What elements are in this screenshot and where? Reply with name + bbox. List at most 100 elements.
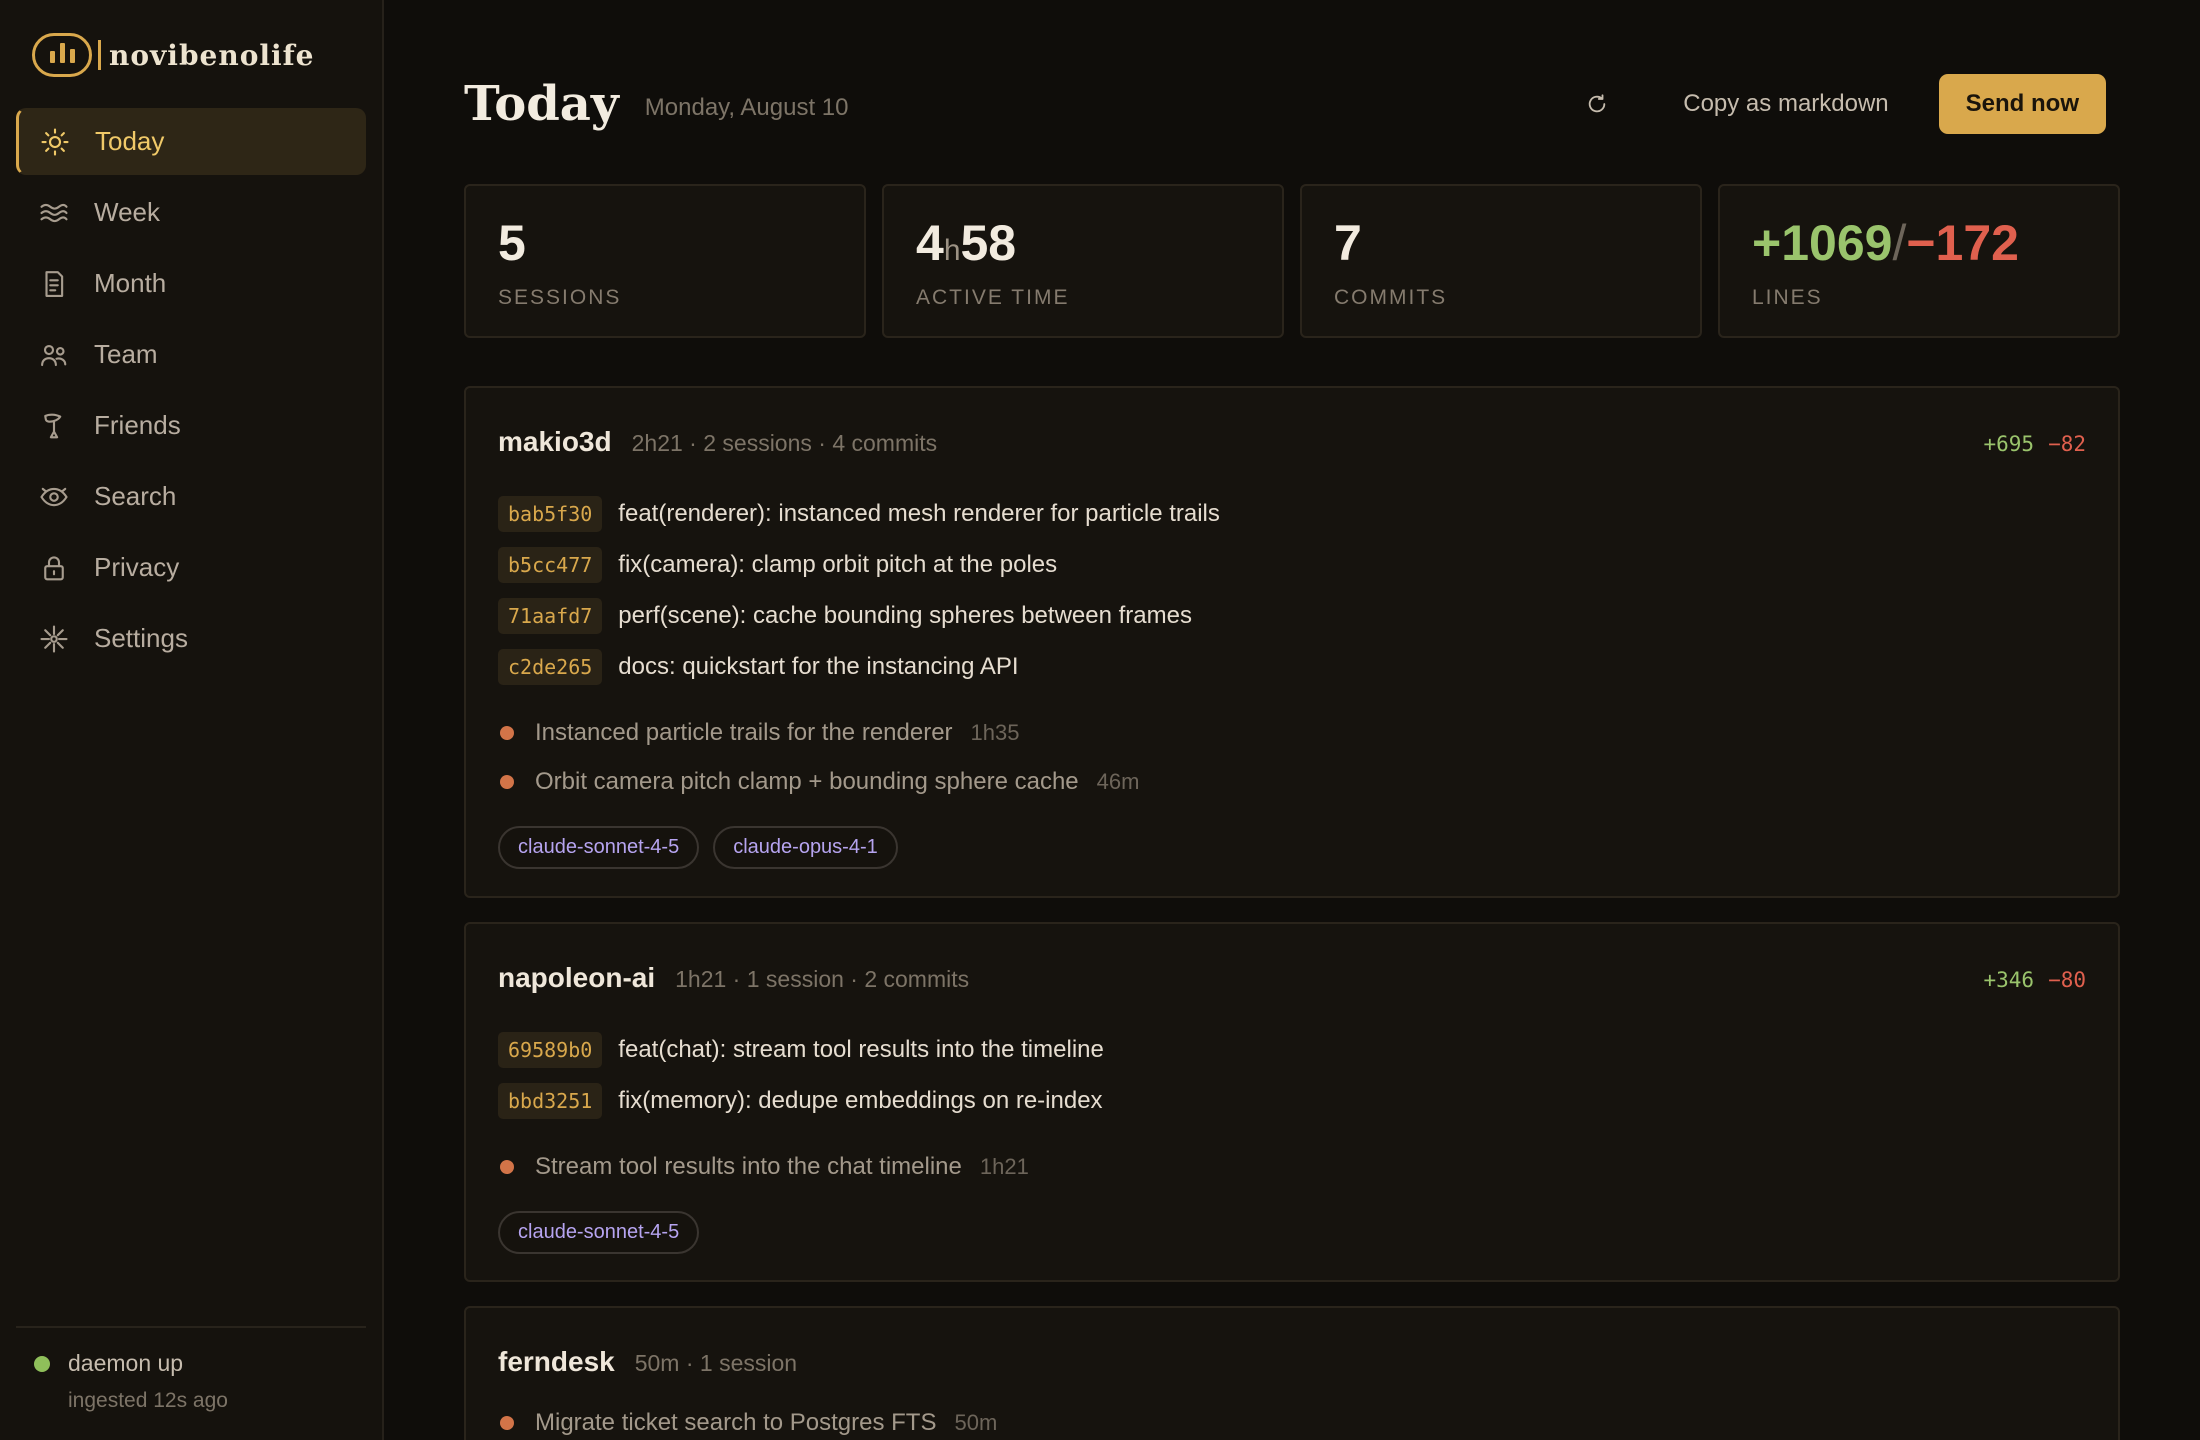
copy-markdown-button[interactable]: Copy as markdown: [1683, 90, 1888, 118]
stat-commits: 7 COMMITS: [1300, 184, 1702, 338]
project-meta: 1h21 · 1 session · 2 commits: [675, 966, 970, 992]
commit-message: feat(chat): stream tool results into the…: [618, 1035, 1104, 1063]
daemon-ingest-time: ingested 12s ago: [68, 1389, 228, 1412]
commit-row[interactable]: b5cc477 fix(camera): clamp orbit pitch a…: [498, 539, 2086, 590]
session-list: Migrate ticket search to Postgres FTS 50…: [498, 1398, 2086, 1440]
project-name[interactable]: makio3d: [498, 426, 612, 458]
session-duration: 1h35: [970, 719, 1020, 745]
session-title: Instanced particle trails for the render…: [535, 718, 953, 746]
sidebar-item-label: Friends: [94, 410, 181, 440]
project-name[interactable]: napoleon-ai: [498, 962, 655, 994]
commit-list: bab5f30 feat(renderer): instanced mesh r…: [498, 488, 2086, 692]
session-row[interactable]: Orbit camera pitch clamp + bounding sphe…: [498, 757, 2086, 806]
commit-hash[interactable]: 69589b0: [498, 1031, 603, 1068]
stat-value: 4h58: [916, 218, 1282, 268]
status-dot: [34, 1355, 50, 1372]
sidebar: novibenolife Today Week Month Team Frien…: [0, 0, 384, 1440]
project-header: makio3d 2h21 · 2 sessions · 4 commits +6…: [498, 426, 2086, 466]
refresh-icon: [1589, 94, 1606, 113]
sidebar-item-label: Week: [94, 197, 160, 227]
session-row[interactable]: Instanced particle trails for the render…: [498, 708, 2086, 757]
session-dot: [500, 1415, 514, 1430]
header-actions: Copy as markdown Send now: [1577, 74, 2106, 134]
lines-removed: −82: [2048, 432, 2086, 456]
send-now-button[interactable]: Send now: [1938, 74, 2106, 134]
document-icon: [38, 268, 70, 300]
commit-message: fix(memory): dedupe embeddings on re-ind…: [618, 1086, 1103, 1114]
sidebar-item-today[interactable]: Today: [16, 108, 366, 175]
model-tag[interactable]: claude-opus-4-1: [713, 826, 898, 869]
commit-hash[interactable]: 71aafd7: [498, 597, 603, 634]
session-list: Instanced particle trails for the render…: [498, 708, 2086, 806]
session-duration: 1h21: [979, 1153, 1029, 1179]
refresh-button[interactable]: [1577, 84, 1617, 124]
session-duration: 46m: [1096, 768, 1140, 794]
daemon-status: daemon up ingested 12s ago: [16, 1326, 366, 1413]
stat-label: COMMITS: [1334, 286, 1448, 309]
logo[interactable]: novibenolife: [32, 28, 382, 82]
page-date: Monday, August 10: [644, 94, 849, 121]
session-title: Stream tool results into the chat timeli…: [535, 1152, 962, 1180]
session-dot: [500, 1159, 514, 1174]
sidebar-item-month[interactable]: Month: [16, 250, 366, 317]
commit-hash[interactable]: bbd3251: [498, 1082, 603, 1119]
commit-row[interactable]: 69589b0 feat(chat): stream tool results …: [498, 1024, 2086, 1075]
session-duration: 50m: [954, 1409, 998, 1435]
commit-row[interactable]: 71aafd7 perf(scene): cache bounding sphe…: [498, 590, 2086, 641]
project-name[interactable]: ferndesk: [498, 1346, 615, 1378]
project-card-makio3d: makio3d 2h21 · 2 sessions · 4 commits +6…: [464, 386, 2120, 898]
commit-message: feat(renderer): instanced mesh renderer …: [618, 499, 1220, 527]
page-title: Today: [464, 76, 619, 132]
session-dot: [500, 774, 514, 789]
project-header: ferndesk 50m · 1 session: [498, 1346, 2086, 1386]
stat-value: +1069/−172: [1752, 218, 2118, 268]
sidebar-item-label: Search: [94, 481, 177, 511]
commit-hash[interactable]: c2de265: [498, 648, 603, 685]
sidebar-item-search[interactable]: Search: [16, 463, 366, 530]
project-line-delta: +695 −82: [1983, 432, 2086, 456]
stat-minutes: 58: [960, 215, 1017, 271]
lines-removed: −172: [1906, 215, 2019, 271]
sidebar-item-label: Team: [94, 339, 158, 369]
commit-message: perf(scene): cache bounding spheres betw…: [618, 601, 1192, 629]
commit-row[interactable]: c2de265 docs: quickstart for the instanc…: [498, 641, 2086, 692]
sidebar-item-label: Month: [94, 268, 167, 298]
commit-row[interactable]: bab5f30 feat(renderer): instanced mesh r…: [498, 488, 2086, 539]
stat-active-time: 4h58 ACTIVE TIME: [882, 184, 1284, 338]
app-name: novibenolife: [109, 38, 315, 72]
session-row[interactable]: Migrate ticket search to Postgres FTS 50…: [498, 1398, 2086, 1440]
lines-added: +695: [1983, 432, 2035, 456]
people-icon: [38, 339, 70, 371]
sidebar-item-label: Privacy: [94, 552, 180, 582]
commit-row[interactable]: bbd3251 fix(memory): dedupe embeddings o…: [498, 1075, 2086, 1126]
commit-hash[interactable]: bab5f30: [498, 495, 603, 532]
commit-hash[interactable]: b5cc477: [498, 546, 603, 583]
hand-wave-icon: [38, 410, 70, 442]
stat-lines: +1069/−172 LINES: [1718, 184, 2120, 338]
commit-list: 69589b0 feat(chat): stream tool results …: [498, 1024, 2086, 1126]
model-tag[interactable]: claude-sonnet-4-5: [498, 1211, 700, 1254]
app: novibenolife Today Week Month Team Frien…: [0, 0, 2200, 1440]
commit-message: fix(camera): clamp orbit pitch at the po…: [618, 550, 1058, 578]
page-header: Today Monday, August 10 Copy as markdown…: [464, 68, 2106, 140]
sidebar-item-settings[interactable]: Settings: [16, 605, 366, 672]
commit-message: docs: quickstart for the instancing API: [618, 652, 1019, 680]
project-meta: 2h21 · 2 sessions · 4 commits: [631, 430, 938, 456]
model-tags: claude-sonnet-4-5 claude-opus-4-1: [498, 826, 2086, 869]
eye-icon: [38, 481, 70, 513]
model-tags: claude-sonnet-4-5: [498, 1211, 2086, 1254]
sidebar-item-week[interactable]: Week: [16, 179, 366, 246]
sidebar-item-privacy[interactable]: Privacy: [16, 534, 366, 601]
project-card-napoleon-ai: napoleon-ai 1h21 · 1 session · 2 commits…: [464, 922, 2120, 1282]
project-line-delta: +346 −80: [1983, 968, 2086, 992]
stat-hour-unit: h: [943, 234, 961, 267]
project-card-ferndesk: ferndesk 50m · 1 session Migrate ticket …: [464, 1306, 2120, 1440]
model-tag[interactable]: claude-sonnet-4-5: [498, 826, 700, 869]
session-list: Stream tool results into the chat timeli…: [498, 1142, 2086, 1191]
sidebar-item-friends[interactable]: Friends: [16, 392, 366, 459]
sidebar-item-label: Settings: [94, 623, 188, 653]
sidebar-item-team[interactable]: Team: [16, 321, 366, 388]
sun-icon: [39, 126, 71, 158]
session-row[interactable]: Stream tool results into the chat timeli…: [498, 1142, 2086, 1191]
main-content: Today Monday, August 10 Copy as markdown…: [384, 0, 2200, 1440]
